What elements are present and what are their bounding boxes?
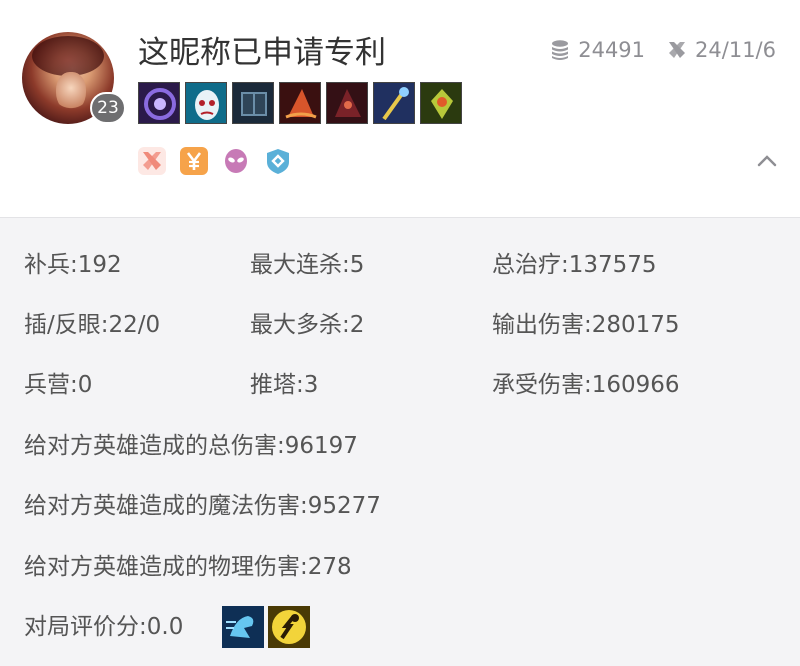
item-slot-5[interactable] xyxy=(326,82,368,124)
stat-damage-dealt: 输出伤害:280175 xyxy=(492,312,680,338)
stat-rating: 对局评价分:0.0 xyxy=(24,614,184,640)
yen-tag-icon[interactable] xyxy=(180,147,208,175)
item-slot-4[interactable] xyxy=(279,82,321,124)
staff-item-icon xyxy=(374,83,414,123)
match-meta: 24491 24/11/6 xyxy=(550,38,776,62)
summoner-spells xyxy=(222,606,310,648)
shield-tag-icon[interactable] xyxy=(264,147,292,175)
stat-max-multi: 最大多杀:2 xyxy=(250,312,365,338)
green-crest-item-icon xyxy=(421,83,461,123)
item-slot-2[interactable] xyxy=(185,82,227,124)
crossed-swords-tag-icon[interactable] xyxy=(138,147,166,175)
coin-stack-icon xyxy=(552,40,569,60)
stat-champ-total-dmg: 给对方英雄造成的总伤害:96197 xyxy=(24,433,358,459)
stat-champ-magic-dmg: 给对方英雄造成的魔法伤害:95277 xyxy=(24,493,381,519)
spell-slot-2[interactable] xyxy=(268,606,310,648)
crossed-swords-icon xyxy=(669,42,686,58)
match-header: 23 这昵称已申请专利 24491 24/11/6 xyxy=(0,0,800,218)
ghost-spell-icon xyxy=(222,606,264,648)
item-slot-1[interactable] xyxy=(138,82,180,124)
alien-tag-icon[interactable] xyxy=(222,147,250,175)
player-nickname: 这昵称已申请专利 xyxy=(138,35,386,71)
spell-slot-1[interactable] xyxy=(222,606,264,648)
flash-spell-icon xyxy=(268,606,310,648)
stat-towers: 推塔:3 xyxy=(250,372,319,398)
stat-wards: 插/反眼:22/0 xyxy=(24,312,161,338)
stat-damage-taken: 承受伤害:160966 xyxy=(492,372,680,398)
stat-max-streak: 最大连杀:5 xyxy=(250,252,365,278)
match-stats: 补兵:192 最大连杀:5 总治疗:137575 插/反眼:22/0 最大多杀:… xyxy=(0,219,800,666)
match-date: 24/11/6 xyxy=(695,38,776,62)
stat-barracks: 兵营:0 xyxy=(24,372,93,398)
gold-value: 24491 xyxy=(578,38,646,62)
dark-tome-item-icon xyxy=(233,83,273,123)
item-slot-3[interactable] xyxy=(232,82,274,124)
collapse-chevron-icon[interactable] xyxy=(754,149,780,171)
stat-cs: 补兵:192 xyxy=(24,252,122,278)
level-badge: 23 xyxy=(90,92,126,124)
item-build xyxy=(138,82,462,124)
item-slot-6[interactable] xyxy=(373,82,415,124)
mask-item-icon xyxy=(186,83,226,123)
purple-orb-item-icon xyxy=(139,83,179,123)
honor-tags xyxy=(138,147,292,175)
dark-hat-item-icon xyxy=(327,83,367,123)
stat-champ-phys-dmg: 给对方英雄造成的物理伤害:278 xyxy=(24,554,352,580)
stat-total-heal: 总治疗:137575 xyxy=(492,252,657,278)
wizard-hat-item-icon xyxy=(280,83,320,123)
item-slot-7[interactable] xyxy=(420,82,462,124)
